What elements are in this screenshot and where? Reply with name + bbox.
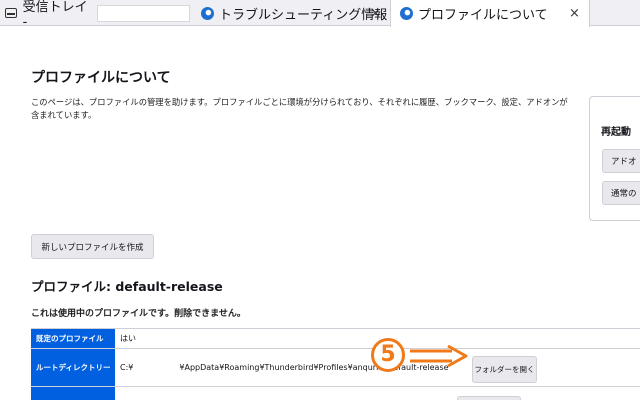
double-arrow-right-icon [410,344,468,368]
thunderbird-icon [399,7,413,21]
tab-inbox-title: 受信トレイ - [22,0,88,30]
default-profile-key: 既定のプロファイル [31,329,115,348]
open-folder-button[interactable]: フォルダーを開く [472,356,537,383]
tab-about-profiles-title: プロファイルについて [418,8,548,23]
close-icon[interactable]: × [569,6,580,21]
tab-about-profiles[interactable]: プロファイルについて × [390,0,590,27]
default-profile-value: はい [120,334,136,343]
local-directory-key [31,387,115,400]
local-directory-open-button[interactable] [457,396,521,400]
tab-strip: 受信トレイ - トラブルシューティング情報 × プロファイルについて × [0,0,640,30]
tab-troubleshooting-title: トラブルシューティング情報 [219,7,388,23]
restart-addons-disabled-button[interactable]: アドオ [602,149,640,173]
root-directory-prefix: C:¥ [120,363,134,372]
table-row: ルートディレクトリー C:¥ ¥AppData¥Roaming¥Thunderb… [31,349,640,387]
step-number-badge: 5 [371,338,405,372]
restart-panel: 再起動 アドオ 通常の [589,96,640,221]
redacted-account [96,4,190,22]
profile-in-use-note: これは使用中のプロファイルです。削除できません。 [31,309,246,319]
mail-icon [4,6,18,20]
root-directory-key: ルートディレクトリー [31,349,115,386]
redacted-username [133,363,180,372]
page-title: プロファイルについて [31,70,171,86]
thunderbird-icon [200,6,214,20]
table-row [31,387,640,400]
table-row: 既定のプロファイル はい [31,328,640,349]
restart-normally-button[interactable]: 通常の [602,181,640,205]
restart-title: 再起動 [601,127,631,138]
tab-troubleshooting[interactable]: トラブルシューティング情報 × [190,0,390,26]
create-profile-button[interactable]: 新しいプロファイルを作成 [31,234,154,259]
tab-inbox[interactable]: 受信トレイ - [0,0,190,30]
close-icon[interactable]: × [370,6,381,21]
page-description: このページは、プロファイルの管理を助けます。プロファイルごとに環境が分けられてお… [31,97,568,120]
profile-heading: プロファイル: default-release [31,279,223,294]
